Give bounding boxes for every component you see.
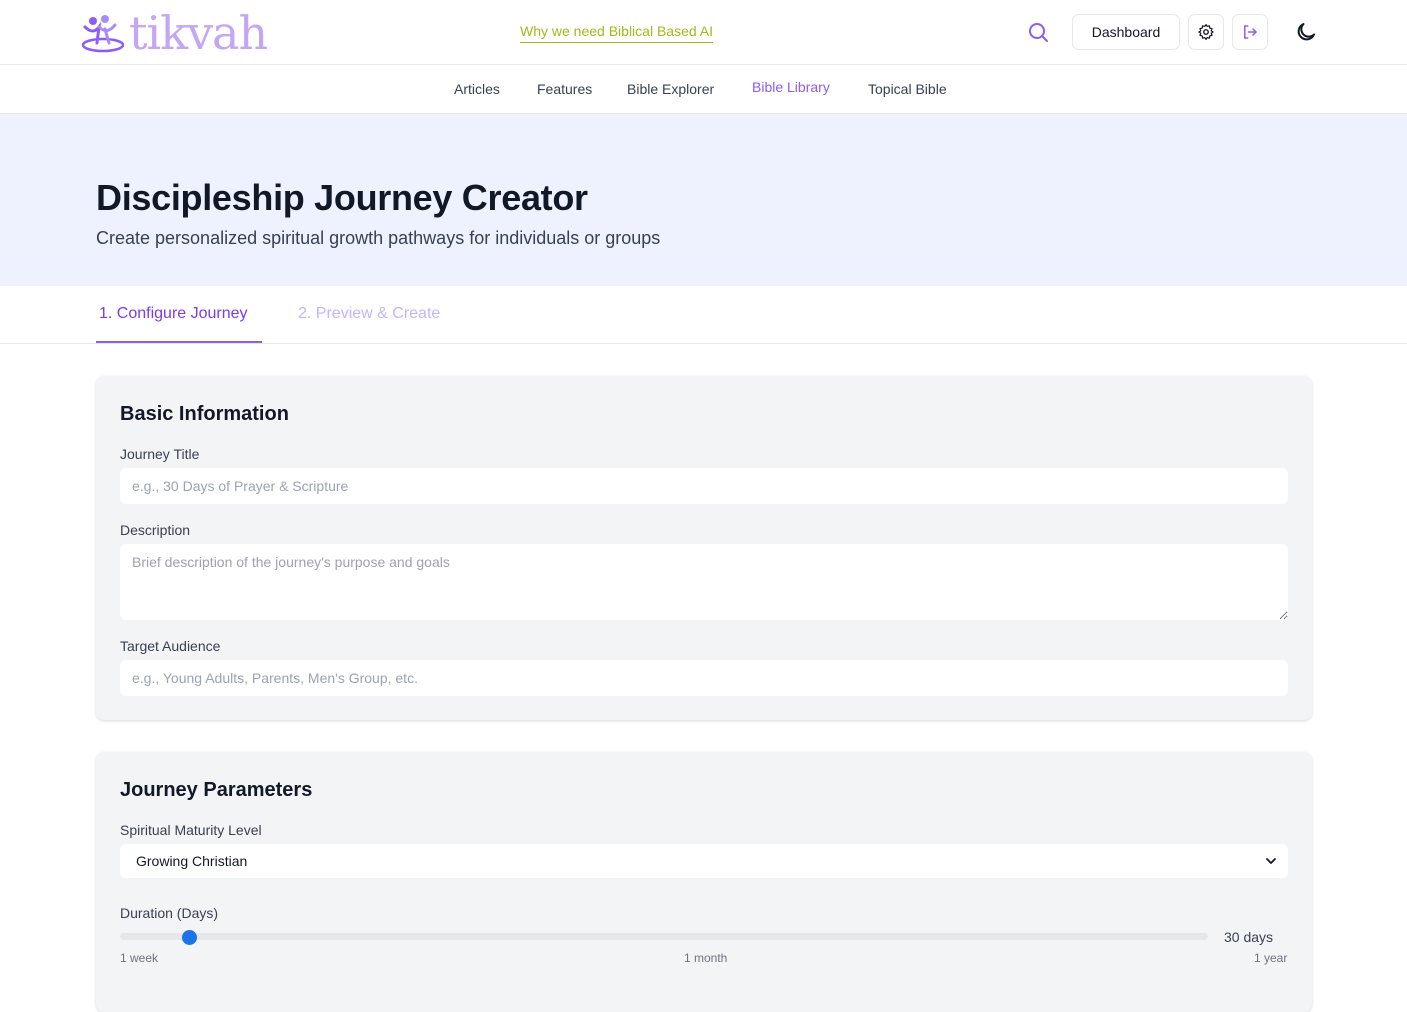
- section-heading: Basic Information: [120, 403, 289, 425]
- maturity-level-select[interactable]: Growing Christian: [120, 844, 1288, 878]
- description-label: Description: [120, 522, 191, 538]
- search-icon: [1029, 23, 1048, 42]
- dashboard-button[interactable]: Dashboard: [1072, 14, 1180, 50]
- tab-configure-journey[interactable]: 1. Configure Journey: [96, 305, 251, 323]
- nav-item-topical-bible[interactable]: Topical Bible: [868, 81, 947, 97]
- biblical-ai-link[interactable]: Why we need Biblical Based AI: [520, 23, 713, 43]
- journey-title-label: Journey Title: [120, 446, 200, 462]
- chevron-down-icon: [1266, 858, 1276, 864]
- target-audience-input[interactable]: [120, 660, 1288, 696]
- moon-icon: [1297, 23, 1315, 41]
- gear-icon: [1198, 23, 1214, 41]
- nav-item-features[interactable]: Features: [537, 81, 592, 97]
- logout-icon: [1244, 25, 1257, 39]
- search-button[interactable]: [1026, 20, 1050, 44]
- step-tabs: 1. Configure Journey 2. Preview & Create: [0, 286, 1407, 344]
- maturity-level-value: Growing Christian: [136, 853, 248, 869]
- logo[interactable]: tikvah: [79, 6, 268, 60]
- nav-item-articles[interactable]: Articles: [454, 81, 500, 97]
- nav-item-bible-explorer[interactable]: Bible Explorer: [627, 81, 714, 97]
- target-audience-label: Target Audience: [120, 638, 221, 654]
- journey-title-input[interactable]: [120, 468, 1288, 504]
- duration-label: Duration (Days): [120, 905, 219, 921]
- page-title: Discipleship Journey Creator: [96, 177, 588, 218]
- section-heading: Journey Parameters: [120, 779, 313, 801]
- logo-text: tikvah: [129, 6, 268, 60]
- nav-item-bible-library[interactable]: Bible Library: [752, 79, 830, 95]
- duration-value: 30 days: [1224, 929, 1274, 945]
- page-subtitle: Create personalized spiritual growth pat…: [96, 228, 661, 248]
- logo-icon: [81, 15, 125, 53]
- theme-toggle[interactable]: [1294, 20, 1318, 44]
- basic-information-card: Basic Information Journey Title Descript…: [96, 376, 1312, 720]
- duration-slider-thumb[interactable]: [182, 930, 198, 945]
- logout-button[interactable]: [1232, 14, 1268, 50]
- active-tab-indicator: [96, 341, 262, 343]
- main-nav: Articles Features Bible Explorer Bible L…: [0, 65, 1407, 114]
- maturity-level-label: Spiritual Maturity Level: [120, 822, 262, 838]
- tab-preview-create[interactable]: 2. Preview & Create: [295, 305, 443, 323]
- settings-button[interactable]: [1188, 14, 1224, 50]
- tick-label-week: 1 week: [120, 951, 159, 965]
- duration-slider-track[interactable]: [120, 933, 1208, 940]
- top-header: tikvah Why we need Biblical Based AI Das…: [0, 0, 1407, 65]
- description-textarea[interactable]: [120, 544, 1288, 620]
- tick-label-month: 1 month: [684, 951, 728, 965]
- journey-parameters-card: Journey Parameters Spiritual Maturity Le…: [96, 752, 1312, 1012]
- tick-label-year: 1 year: [1254, 951, 1288, 965]
- hero-section: Discipleship Journey Creator Create pers…: [0, 114, 1407, 286]
